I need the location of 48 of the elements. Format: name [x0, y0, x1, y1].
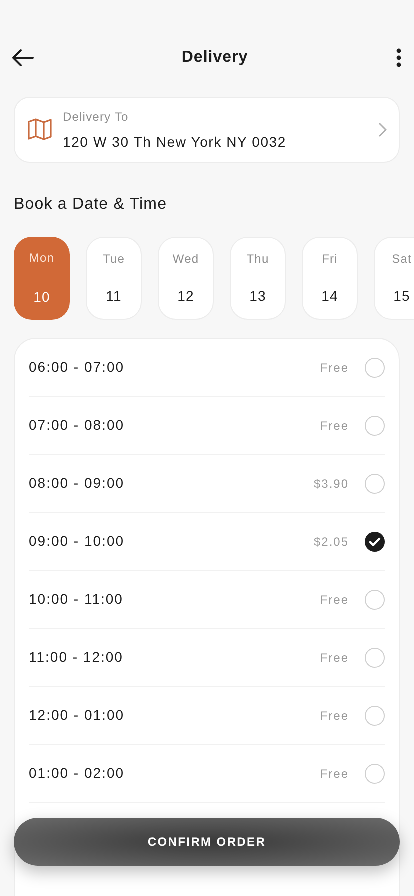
slot-price: Free — [320, 592, 349, 608]
time-slot-row[interactable]: 06:00 - 07:00 Free — [29, 339, 385, 397]
page-title: Delivery — [182, 48, 248, 68]
day-tab[interactable]: Wed 12 — [158, 237, 214, 320]
day-tab[interactable]: Fri 14 — [302, 237, 358, 320]
address-card[interactable]: Delivery To 120 W 30 Th New York NY 0032 — [14, 97, 400, 163]
slot-price: $2.05 — [314, 534, 349, 550]
slot-price: Free — [320, 708, 349, 724]
time-slot-row[interactable]: 10:00 - 11:00 Free — [29, 571, 385, 629]
slot-time: 08:00 - 09:00 — [29, 474, 126, 493]
confirm-order-button[interactable]: CONFIRM ORDER — [14, 818, 400, 866]
checked-radio[interactable] — [365, 532, 385, 552]
day-tab[interactable]: Sat 15 — [374, 237, 414, 320]
radio-button[interactable] — [365, 648, 385, 668]
slot-time: 01:00 - 02:00 — [29, 764, 126, 783]
radio-button[interactable] — [365, 764, 385, 784]
time-slot-row[interactable]: 08:00 - 09:00 $3.90 — [29, 455, 385, 513]
slot-time: 12:00 - 01:00 — [29, 706, 126, 725]
map-icon — [27, 118, 53, 142]
slot-time: 10:00 - 11:00 — [29, 590, 124, 609]
day-tab[interactable]: Mon 10 — [14, 237, 70, 320]
address-text: 120 W 30 Th New York NY 0032 — [63, 132, 288, 152]
slot-price: $3.90 — [314, 476, 349, 492]
slot-price: Free — [320, 650, 349, 666]
time-slot-row[interactable]: 09:00 - 10:00 $2.05 — [29, 513, 385, 571]
radio-button[interactable] — [365, 416, 385, 436]
time-slot-row[interactable]: 12:00 - 01:00 Free — [29, 687, 385, 745]
day-tab[interactable]: Thu 13 — [230, 237, 286, 320]
address-label: Delivery To — [63, 108, 130, 126]
more-icon[interactable] — [396, 48, 402, 68]
slot-time: 11:00 - 12:00 — [29, 648, 124, 667]
time-slot-row[interactable]: 07:00 - 08:00 Free — [29, 397, 385, 455]
day-tab[interactable]: Tue 11 — [86, 237, 142, 320]
radio-button[interactable] — [365, 706, 385, 726]
time-slot-row[interactable]: 11:00 - 12:00 Free — [29, 629, 385, 687]
slot-price: Free — [320, 418, 349, 434]
radio-button[interactable] — [365, 358, 385, 378]
section-title: Book a Date & Time — [14, 195, 168, 215]
back-arrow-icon[interactable] — [12, 49, 34, 67]
chevron-right-icon — [379, 123, 387, 137]
slot-price: Free — [320, 360, 349, 376]
time-slot-row[interactable]: 01:00 - 02:00 Free — [29, 745, 385, 803]
radio-button[interactable] — [365, 474, 385, 494]
slot-price: Free — [320, 766, 349, 782]
slot-time: 07:00 - 08:00 — [29, 416, 126, 435]
radio-button[interactable] — [365, 590, 385, 610]
slot-time: 09:00 - 10:00 — [29, 532, 126, 551]
slot-time: 06:00 - 07:00 — [29, 358, 126, 377]
